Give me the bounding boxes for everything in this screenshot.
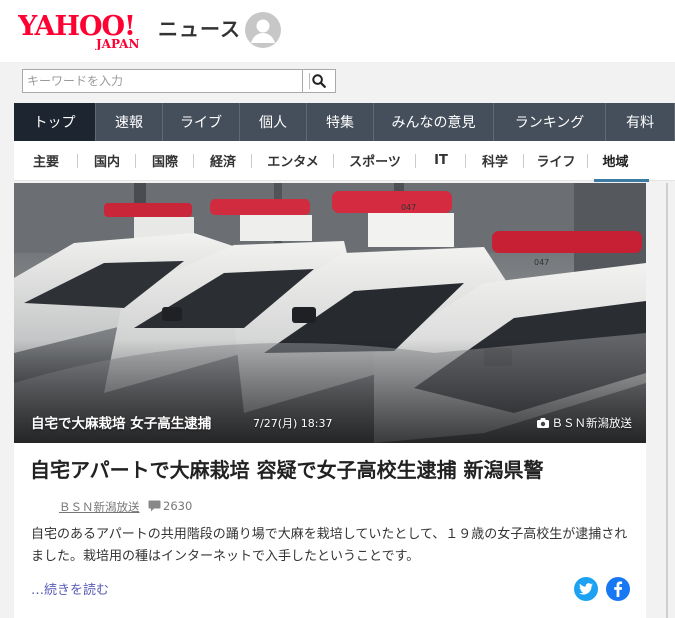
user-icon (251, 19, 275, 43)
tab-paid[interactable]: 有料 (606, 103, 675, 141)
category-economy[interactable]: 経済 (194, 141, 252, 181)
article-summary: 自宅のあるアパートの共用階段の踊り場で大麻を栽培していたとして、１９歳の女子高校… (31, 527, 628, 564)
camera-icon (536, 418, 549, 428)
tab-features[interactable]: 特集 (307, 103, 374, 141)
category-label: IT (434, 153, 448, 168)
article-photo[interactable]: 047 047 047 自宅で大麻栽培 女子高生逮捕 7/27(月) 18:37 (14, 183, 646, 443)
tab-breaking[interactable]: 速報 (96, 103, 163, 141)
search-input[interactable] (22, 69, 302, 93)
category-label: エンタメ (267, 155, 319, 170)
facebook-share-button[interactable] (606, 577, 630, 601)
right-gutter (646, 183, 675, 618)
main-nav: トップ 速報 ライブ 個人 特集 みんなの意見 ランキング 有料 (14, 103, 675, 141)
article-card: 047 047 047 自宅で大麻栽培 女子高生逮捕 7/27(月) 18:37 (14, 183, 646, 618)
search-icon (312, 74, 326, 88)
category-it[interactable]: IT (416, 141, 466, 181)
category-sports[interactable]: スポーツ (334, 141, 416, 181)
user-avatar[interactable] (245, 12, 281, 48)
category-life[interactable]: ライフ (524, 141, 588, 181)
twitter-share-button[interactable] (574, 577, 598, 601)
read-more-link[interactable]: …続きを読む (31, 579, 109, 598)
category-major[interactable]: 主要 (14, 141, 78, 181)
category-label: 経済 (209, 155, 236, 170)
photo-caption-date: 7/27(月) 18:37 (253, 417, 333, 430)
category-international[interactable]: 国際 (136, 141, 194, 181)
category-label: ライフ (536, 155, 576, 170)
category-label: スポーツ (349, 155, 401, 170)
service-name[interactable]: ニュース (158, 13, 241, 42)
category-label: 主要 (32, 155, 59, 170)
category-label: 科学 (481, 155, 508, 170)
twitter-icon (579, 583, 593, 595)
yahoo-japan-logo[interactable]: YAHOO! JAPAN (18, 10, 156, 50)
tab-opinions[interactable]: みんなの意見 (374, 103, 494, 141)
tab-live[interactable]: ライブ (163, 103, 240, 141)
tab-individual[interactable]: 個人 (240, 103, 307, 141)
comment-count-value: 2630 (163, 499, 193, 513)
category-entertainment[interactable]: エンタメ (252, 141, 334, 181)
top-header: YAHOO! JAPAN ニュース (0, 0, 675, 62)
category-science[interactable]: 科学 (466, 141, 524, 181)
tab-ranking[interactable]: ランキング (494, 103, 606, 141)
scrollbar[interactable] (666, 183, 668, 618)
article-headline[interactable]: 自宅アパートで大麻栽培 容疑で女子高校生逮捕 新潟県警 (30, 455, 630, 486)
category-label: 国内 (93, 155, 120, 170)
photo-credit-text: ＢＳＮ新潟放送 (551, 416, 633, 430)
article-source-link[interactable]: ＢＳＮ新潟放送 (59, 499, 140, 515)
category-label: 国際 (151, 155, 178, 170)
police-cars-image: 047 047 047 (14, 183, 646, 443)
category-domestic[interactable]: 国内 (78, 141, 136, 181)
comment-icon (148, 500, 161, 512)
search-button[interactable] (302, 69, 336, 93)
photo-credit: ＢＳＮ新潟放送 (536, 415, 633, 431)
comment-count[interactable]: 2630 (148, 499, 192, 513)
photo-caption-title: 自宅で大麻栽培 女子高生逮捕 (31, 416, 212, 432)
logo-japan: JAPAN (95, 37, 139, 50)
category-local[interactable]: 地域 (588, 141, 649, 182)
category-label: 地域 (602, 155, 629, 170)
facebook-icon (614, 581, 623, 597)
category-nav: 主要 国内 国際 経済 エンタメ スポーツ IT 科学 ライフ 地域 (14, 141, 675, 182)
tab-top[interactable]: トップ (14, 103, 96, 141)
search-bar (0, 62, 675, 102)
